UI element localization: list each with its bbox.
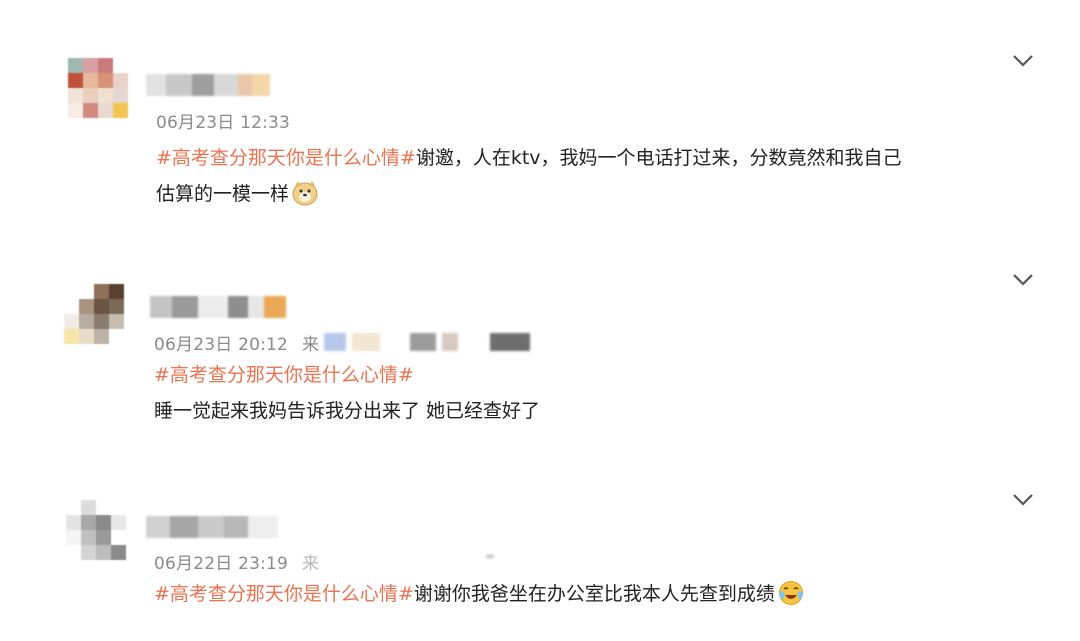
username[interactable] [150,296,286,318]
comment-time: 06月22日 23:19 [154,554,289,574]
chevron-down-icon[interactable] [1012,493,1034,507]
avatar[interactable] [64,284,124,344]
topic-link[interactable]: #高考查分那天你是什么心情# [156,147,416,169]
username[interactable] [146,74,270,96]
comment-text: 谢谢你我爸坐在办公室比我本人先查到成绩 [413,583,775,605]
avatar[interactable] [66,500,126,560]
comment-time: 06月23日 20:12 [154,335,289,355]
chevron-down-icon[interactable] [1012,273,1034,287]
crying-laugh-emoji [778,581,803,605]
doge-emoji [292,181,318,206]
comment-content: #高考查分那天你是什么心情#谢邀，人在ktv，我妈一个电话打过来，分数竟然和我自… [156,140,902,212]
comment-text: 谢邀，人在ktv，我妈一个电话打过来，分数竟然和我自己 [415,147,902,169]
source-app[interactable] [486,546,494,566]
comment-content: #高考查分那天你是什么心情#谢谢你我爸坐在办公室比我本人先查到成绩 [154,576,805,612]
comment-time: 06月23日 12:33 [156,113,291,133]
avatar[interactable] [68,58,128,118]
topic-link[interactable]: #高考查分那天你是什么心情# [154,364,414,386]
comment-text: 估算的一模一样 [156,183,290,205]
username[interactable] [146,516,278,538]
source-prefix: 来 [302,554,320,574]
comment-content: #高考查分那天你是什么心情# 睡一觉起来我妈告诉我分出来了 她已经查好了 [154,357,540,429]
source-app[interactable] [324,332,530,352]
chevron-down-icon[interactable] [1012,54,1034,68]
comment-text: 睡一觉起来我妈告诉我分出来了 她已经查好了 [154,400,541,422]
source-prefix: 来 [302,335,320,355]
topic-link[interactable]: #高考查分那天你是什么心情# [154,583,414,605]
